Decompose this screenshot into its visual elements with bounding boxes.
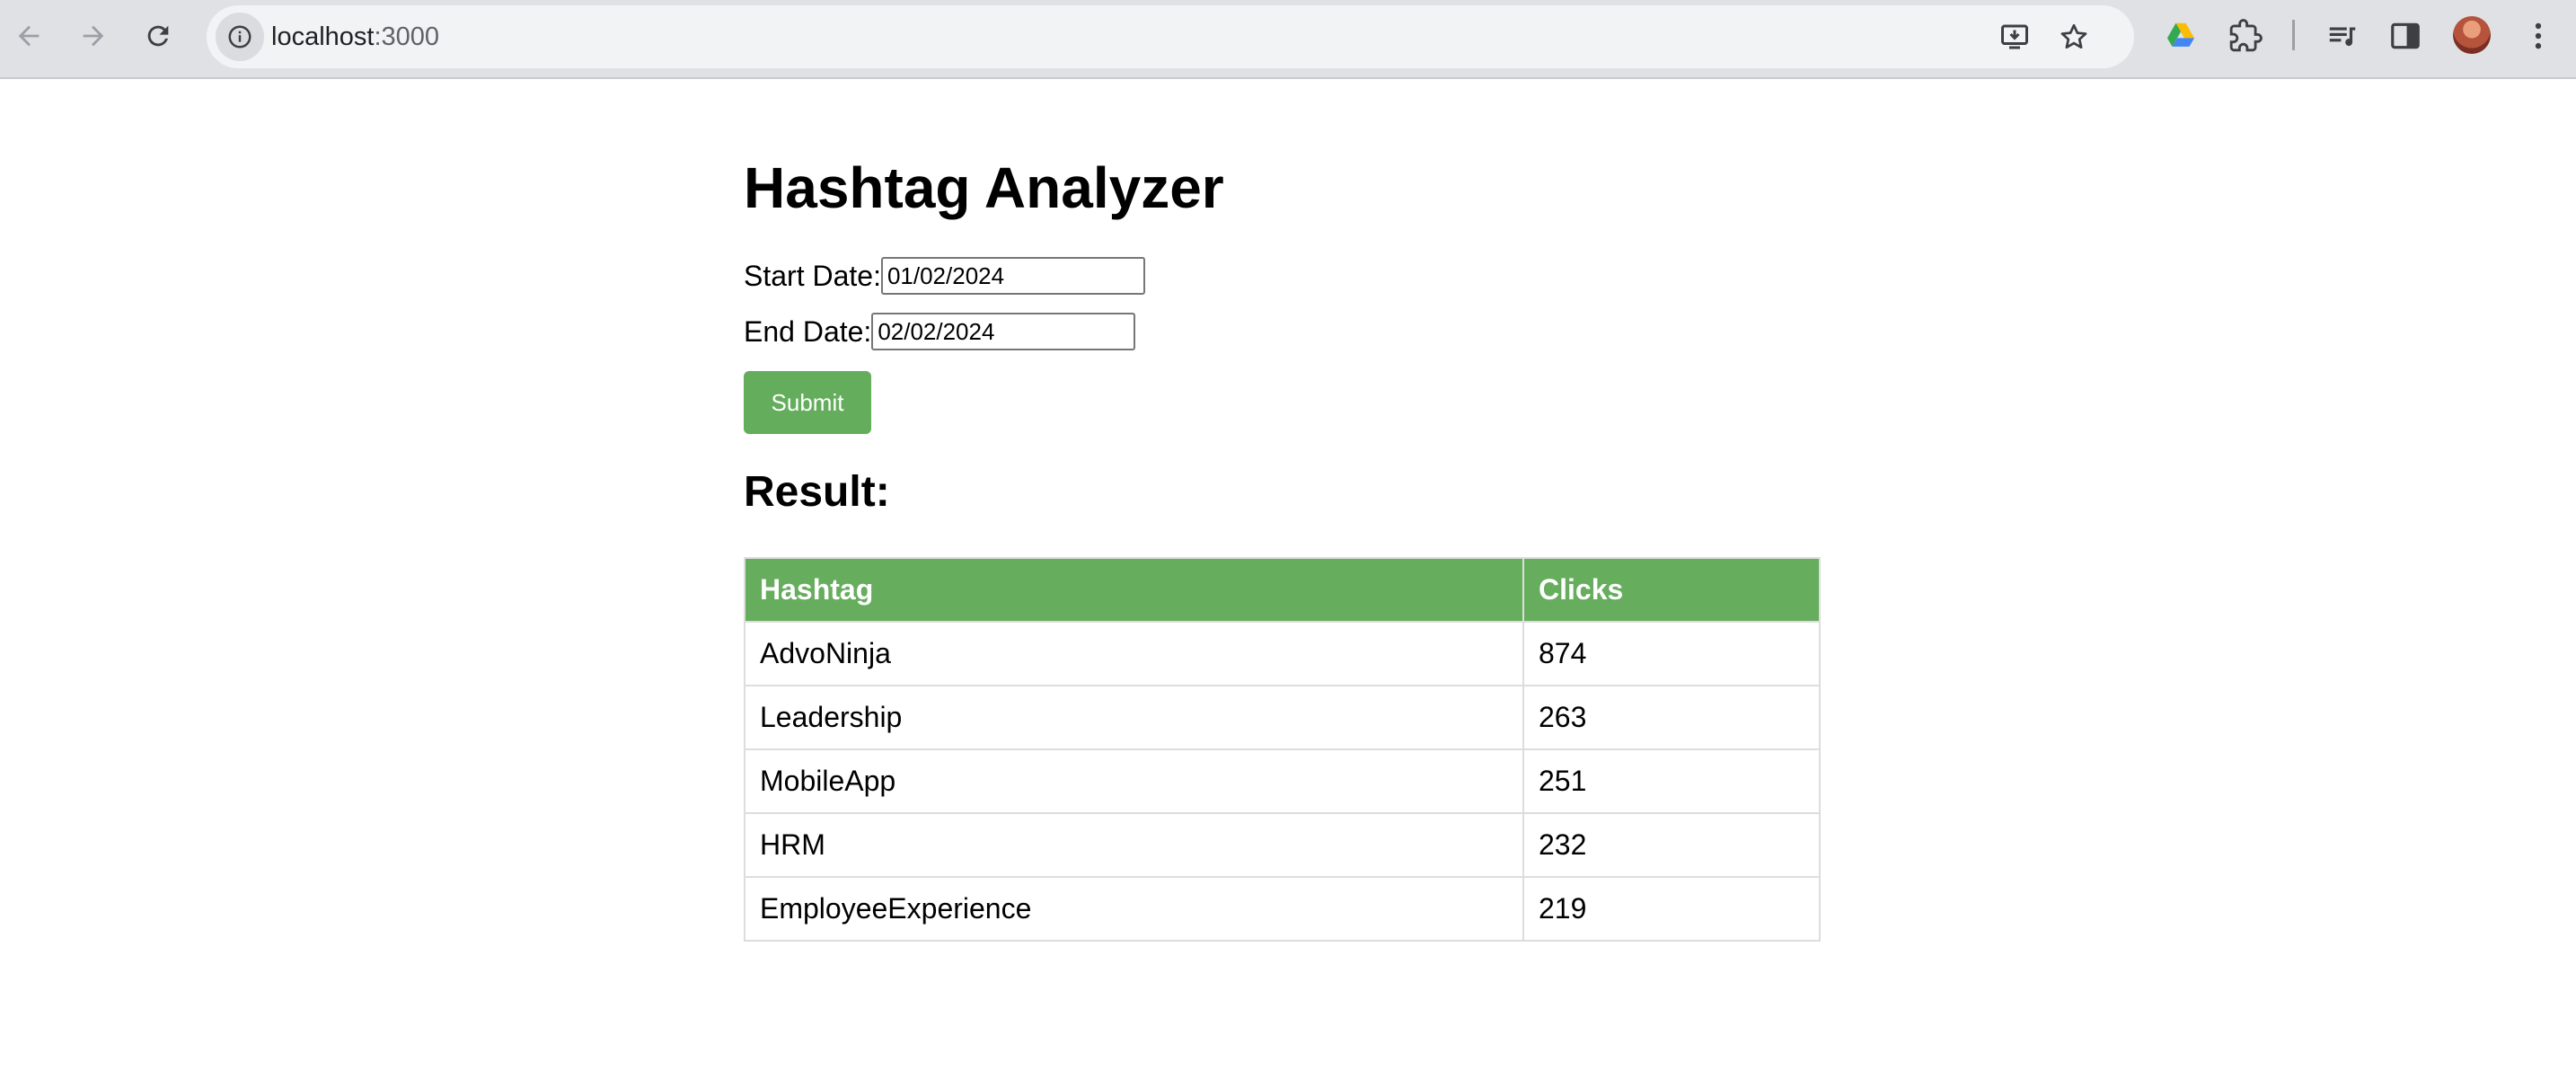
media-queue-icon xyxy=(2329,27,2356,47)
table-row: Leadership 263 xyxy=(744,685,1821,750)
star-icon xyxy=(2060,23,2087,49)
results-table: Hashtag Clicks AdvoNinja 874 Leadership … xyxy=(744,557,1821,942)
clicks-cell: 263 xyxy=(1522,685,1821,750)
table-row: AdvoNinja 874 xyxy=(744,621,1821,686)
install-app-button[interactable] xyxy=(1996,18,2033,56)
result-heading: Result: xyxy=(744,468,890,516)
install-app-icon xyxy=(2001,24,2028,49)
hashtag-cell: HRM xyxy=(744,812,1524,878)
end-date-field: End Date: xyxy=(744,311,1136,352)
site-info-button[interactable] xyxy=(216,13,264,61)
arrow-left-icon xyxy=(18,25,40,47)
toolbar-divider xyxy=(2292,20,2295,50)
clicks-cell: 251 xyxy=(1522,748,1821,814)
google-drive-icon xyxy=(2166,22,2195,47)
side-panel-icon xyxy=(2391,22,2420,49)
start-date-field: Start Date: xyxy=(744,255,1145,297)
info-icon xyxy=(228,25,251,49)
google-drive-button[interactable] xyxy=(2161,16,2201,56)
media-controls-button[interactable] xyxy=(2323,16,2362,56)
table-row: MobileApp 251 xyxy=(744,748,1821,814)
column-header-hashtag: Hashtag xyxy=(744,557,1524,623)
clicks-cell: 874 xyxy=(1522,621,1821,686)
end-date-label: End Date: xyxy=(744,314,872,348)
column-header-clicks: Clicks xyxy=(1522,557,1821,623)
table-row: HRM 232 xyxy=(744,812,1821,878)
start-date-label: Start Date: xyxy=(744,259,881,292)
reload-icon xyxy=(147,25,169,47)
kebab-menu-icon xyxy=(2535,22,2542,49)
url-port: :3000 xyxy=(374,22,440,51)
browser-menu-button[interactable] xyxy=(2519,16,2558,56)
hashtag-cell: EmployeeExperience xyxy=(744,876,1524,942)
url-text: localhost:3000 xyxy=(271,22,439,52)
reload-button[interactable] xyxy=(137,14,180,58)
hashtag-cell: Leadership xyxy=(744,685,1524,750)
end-date-input[interactable] xyxy=(871,313,1136,350)
back-button[interactable] xyxy=(7,14,50,58)
side-panel-button[interactable] xyxy=(2386,16,2425,56)
start-date-input[interactable] xyxy=(880,257,1145,295)
forward-button[interactable] xyxy=(72,14,115,58)
table-row: EmployeeExperience 219 xyxy=(744,876,1821,942)
page-title: Hashtag Analyzer xyxy=(744,155,1224,220)
bookmark-button[interactable] xyxy=(2055,18,2093,56)
table-header-row: Hashtag Clicks xyxy=(744,557,1821,623)
puzzle-icon xyxy=(2229,19,2263,52)
arrow-right-icon xyxy=(83,25,104,47)
browser-toolbar: localhost:3000 xyxy=(0,0,2576,79)
extensions-button[interactable] xyxy=(2226,16,2265,56)
address-bar[interactable]: localhost:3000 xyxy=(207,5,2134,68)
clicks-cell: 232 xyxy=(1522,812,1821,878)
clicks-cell: 219 xyxy=(1522,876,1821,942)
profile-avatar[interactable] xyxy=(2453,16,2491,54)
submit-button[interactable]: Submit xyxy=(744,371,871,434)
url-host: localhost xyxy=(271,22,375,51)
hashtag-cell: AdvoNinja xyxy=(744,621,1524,686)
hashtag-cell: MobileApp xyxy=(744,748,1524,814)
